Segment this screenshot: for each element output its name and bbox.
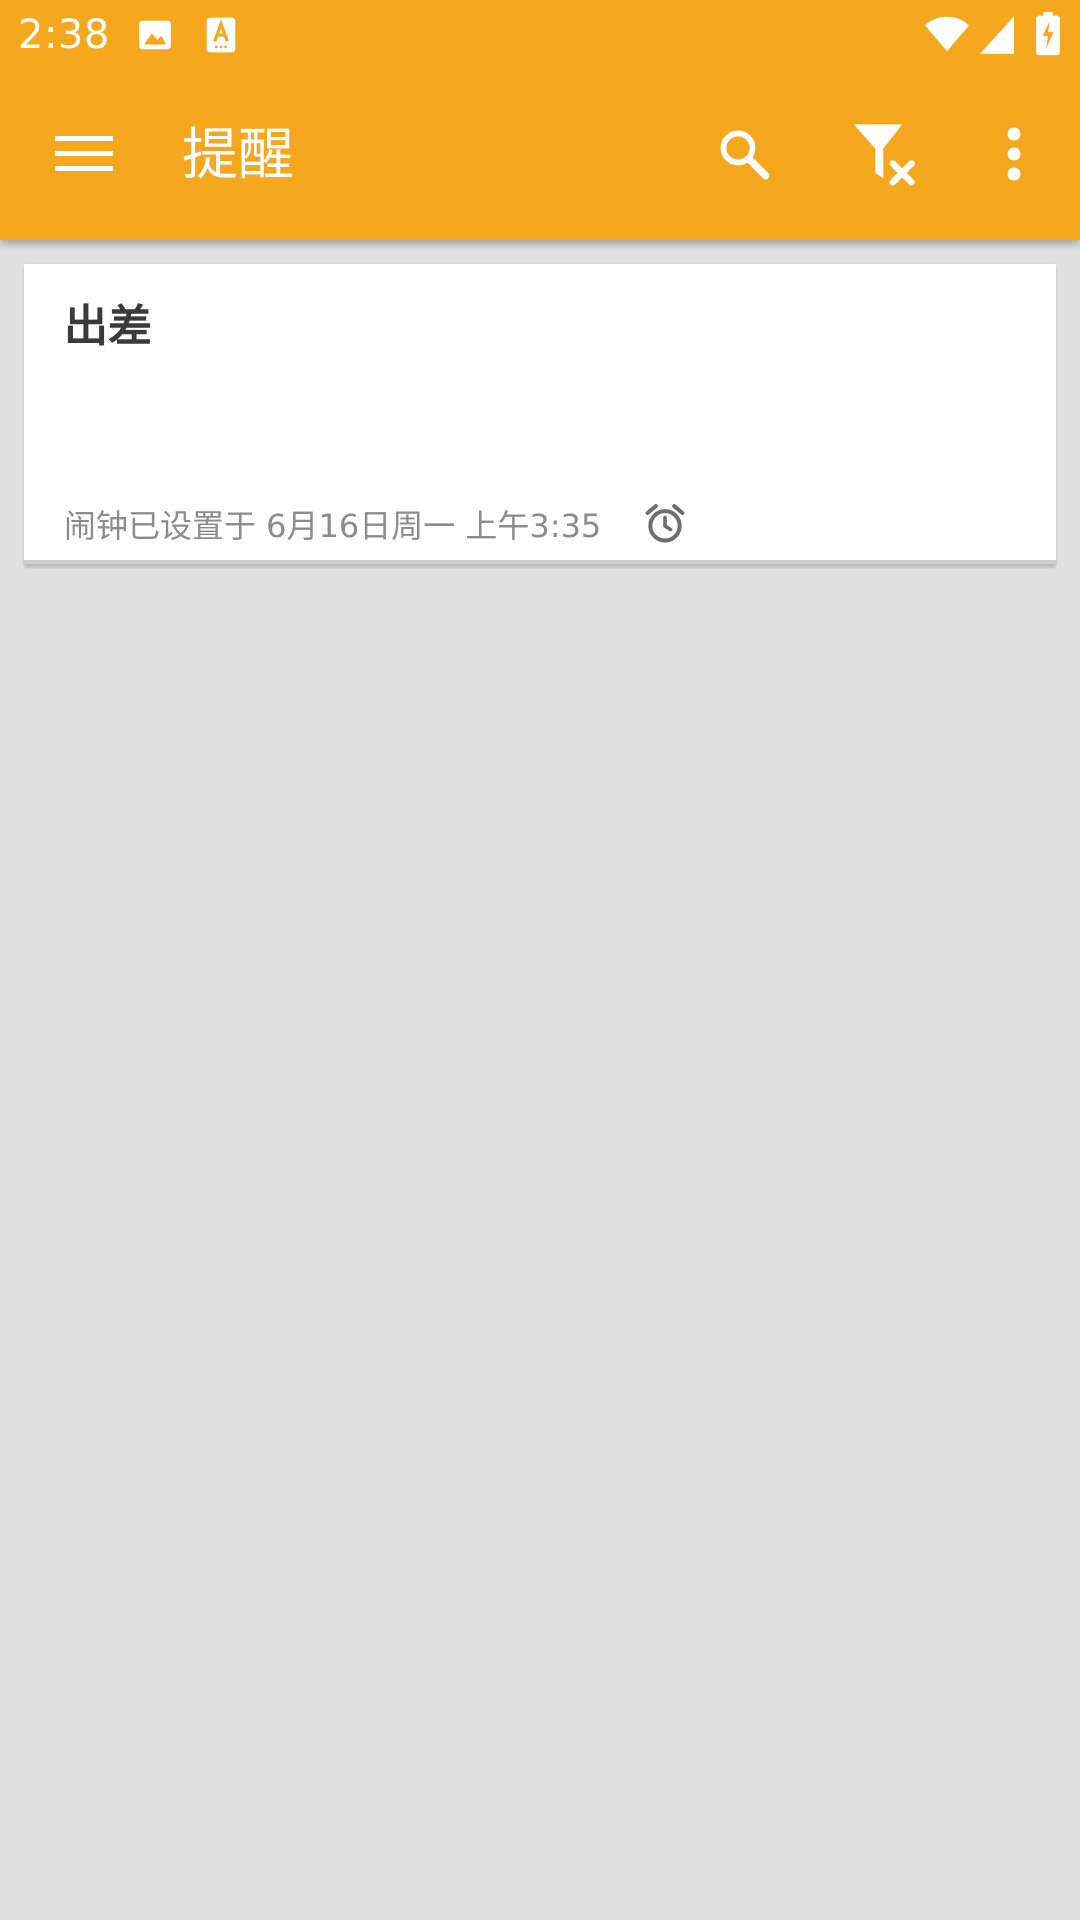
reminder-card[interactable]: 出差 闹钟已设置于 6月16日周一 上午3:35 xyxy=(24,264,1056,564)
search-icon xyxy=(715,125,773,187)
app-bar: 2:38 提醒 xyxy=(0,0,1080,240)
alarm-clock-icon xyxy=(643,502,687,546)
reminder-alarm-row: 闹钟已设置于 6月16日周一 上午3:35 xyxy=(64,500,687,548)
menu-icon xyxy=(55,132,113,180)
more-vert-icon xyxy=(1006,126,1022,186)
filter-clear-icon xyxy=(851,121,921,191)
text-a-icon xyxy=(204,16,238,58)
alarm-time-text: 闹钟已设置于 6月16日周一 上午3:35 xyxy=(64,507,602,545)
menu-button[interactable] xyxy=(40,112,128,200)
reminder-list: 出差 闹钟已设置于 6月16日周一 上午3:35 xyxy=(0,240,1080,1920)
status-time: 2:38 xyxy=(18,12,110,58)
reminder-title: 出差 xyxy=(64,301,152,352)
status-bar: 2:38 xyxy=(0,0,1080,72)
cell-signal-icon xyxy=(980,16,1014,58)
battery-charging-icon xyxy=(1034,12,1062,60)
clear-filter-button[interactable] xyxy=(842,112,930,200)
image-icon xyxy=(136,16,174,58)
search-button[interactable] xyxy=(700,112,788,200)
more-options-button[interactable] xyxy=(970,112,1058,200)
page-title: 提醒 xyxy=(182,123,294,188)
wifi-icon xyxy=(924,14,970,58)
toolbar: 提醒 xyxy=(0,72,1080,240)
